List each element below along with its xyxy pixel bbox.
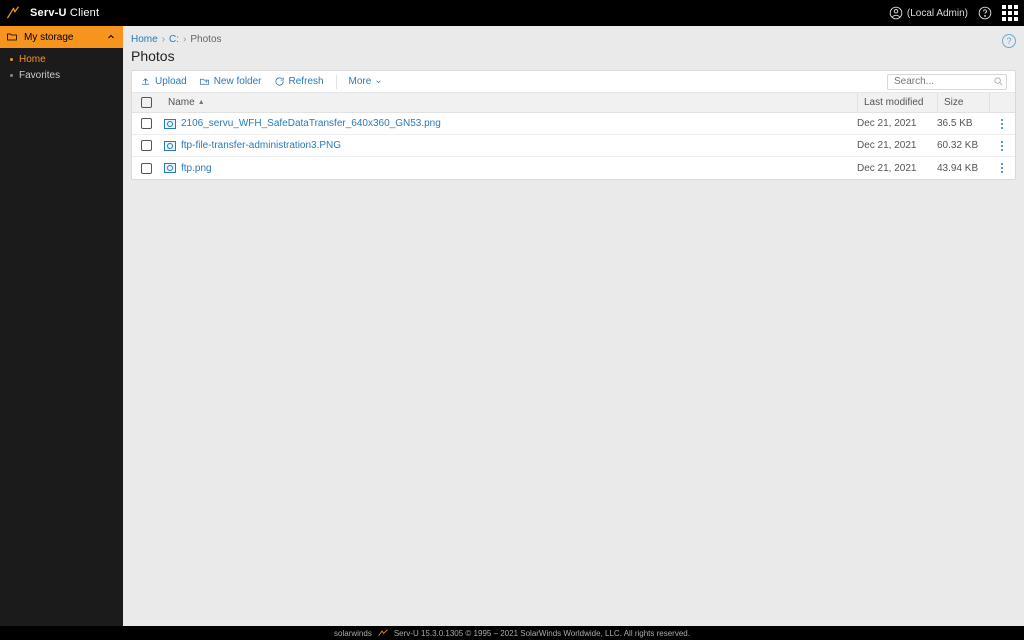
- sidebar: My storage Home Favorites: [0, 26, 123, 626]
- table-row: 2106_servu_WFH_SafeDataTransfer_640x360_…: [132, 113, 1015, 135]
- file-link[interactable]: ftp-file-transfer-administration3.PNG: [164, 140, 341, 151]
- brand-title: Serv-U Client: [30, 7, 99, 19]
- more-vert-icon: [1001, 163, 1003, 173]
- breadcrumb-current: Photos: [190, 34, 221, 45]
- row-checkbox[interactable]: [141, 118, 152, 129]
- upload-icon: [140, 76, 151, 87]
- file-link[interactable]: ftp.png: [164, 163, 212, 174]
- table-row: ftp-file-transfer-administration3.PNG De…: [132, 135, 1015, 157]
- image-file-icon: [164, 163, 176, 173]
- sidebar-storage-header[interactable]: My storage: [0, 26, 123, 48]
- cell-size: 36.5 KB: [937, 118, 989, 129]
- row-actions-button[interactable]: [989, 119, 1015, 129]
- breadcrumb-link[interactable]: C:: [169, 34, 179, 45]
- sidebar-item-favorites[interactable]: Favorites: [0, 67, 123, 83]
- table-header: Name ▲ Last modified Size: [132, 93, 1015, 113]
- select-all-checkbox[interactable]: [141, 97, 152, 108]
- chevron-up-icon: [105, 31, 117, 43]
- column-header-name[interactable]: Name ▲: [160, 97, 857, 108]
- toolbar-separator: [336, 75, 337, 89]
- sidebar-item-label: Home: [19, 54, 46, 65]
- search-input[interactable]: [887, 74, 1007, 90]
- folder-icon: [6, 31, 18, 43]
- footer: solarwinds Serv-U 15.3.0.1305 © 1995 – 2…: [0, 626, 1024, 640]
- sort-asc-icon: ▲: [198, 99, 205, 106]
- page-help-button[interactable]: ?: [1002, 34, 1016, 48]
- file-panel: Upload New folder Refresh More: [131, 70, 1016, 180]
- page-title: Photos: [131, 48, 222, 64]
- row-checkbox[interactable]: [141, 140, 152, 151]
- chevron-down-icon: [374, 77, 383, 86]
- cell-modified: Dec 21, 2021: [857, 140, 937, 151]
- file-link[interactable]: 2106_servu_WFH_SafeDataTransfer_640x360_…: [164, 118, 441, 129]
- image-file-icon: [164, 141, 176, 151]
- bullet-icon: [10, 58, 13, 61]
- column-header-modified[interactable]: Last modified: [857, 93, 937, 112]
- sidebar-item-label: Favorites: [19, 70, 60, 81]
- user-label: (Local Admin): [907, 8, 968, 19]
- apps-menu-button[interactable]: [1002, 5, 1018, 21]
- more-menu-button[interactable]: More: [349, 76, 384, 87]
- breadcrumb-link[interactable]: Home: [131, 34, 158, 45]
- sidebar-storage-label: My storage: [24, 32, 73, 43]
- apps-grid-icon: [1002, 5, 1018, 21]
- user-menu[interactable]: (Local Admin): [889, 6, 968, 20]
- cell-modified: Dec 21, 2021: [857, 118, 937, 129]
- app-header: Serv-U Client (Local Admin): [0, 0, 1024, 26]
- more-vert-icon: [1001, 119, 1003, 129]
- sidebar-item-home[interactable]: Home: [0, 51, 123, 67]
- row-actions-button[interactable]: [989, 141, 1015, 151]
- cell-size: 60.32 KB: [937, 140, 989, 151]
- row-checkbox[interactable]: [141, 163, 152, 174]
- table-row: ftp.png Dec 21, 2021 43.94 KB: [132, 157, 1015, 179]
- column-header-size[interactable]: Size: [937, 93, 989, 112]
- footer-text: Serv-U 15.3.0.1305 © 1995 – 2021 SolarWi…: [394, 629, 690, 638]
- cell-modified: Dec 21, 2021: [857, 163, 937, 174]
- new-folder-icon: [199, 76, 210, 87]
- row-actions-button[interactable]: [989, 163, 1015, 173]
- image-file-icon: [164, 119, 176, 129]
- refresh-button[interactable]: Refresh: [274, 76, 324, 87]
- search-icon: [993, 76, 1004, 87]
- new-folder-button[interactable]: New folder: [199, 76, 262, 87]
- bullet-icon: [10, 74, 13, 77]
- breadcrumb-sep: ›: [162, 34, 165, 45]
- upload-button[interactable]: Upload: [140, 76, 187, 87]
- more-vert-icon: [1001, 141, 1003, 151]
- header-help-button[interactable]: [978, 6, 992, 20]
- toolbar: Upload New folder Refresh More: [132, 71, 1015, 93]
- cell-size: 43.94 KB: [937, 163, 989, 174]
- brand-icon: [0, 0, 26, 26]
- search-box: [887, 74, 1007, 90]
- breadcrumb-sep: ›: [183, 34, 186, 45]
- solarwinds-icon: [378, 629, 388, 637]
- refresh-icon: [274, 76, 285, 87]
- breadcrumb: Home › C: › Photos: [131, 32, 222, 46]
- footer-brand: solarwinds: [334, 629, 372, 638]
- main-area: Home › C: › Photos Photos ? Upload: [123, 26, 1024, 626]
